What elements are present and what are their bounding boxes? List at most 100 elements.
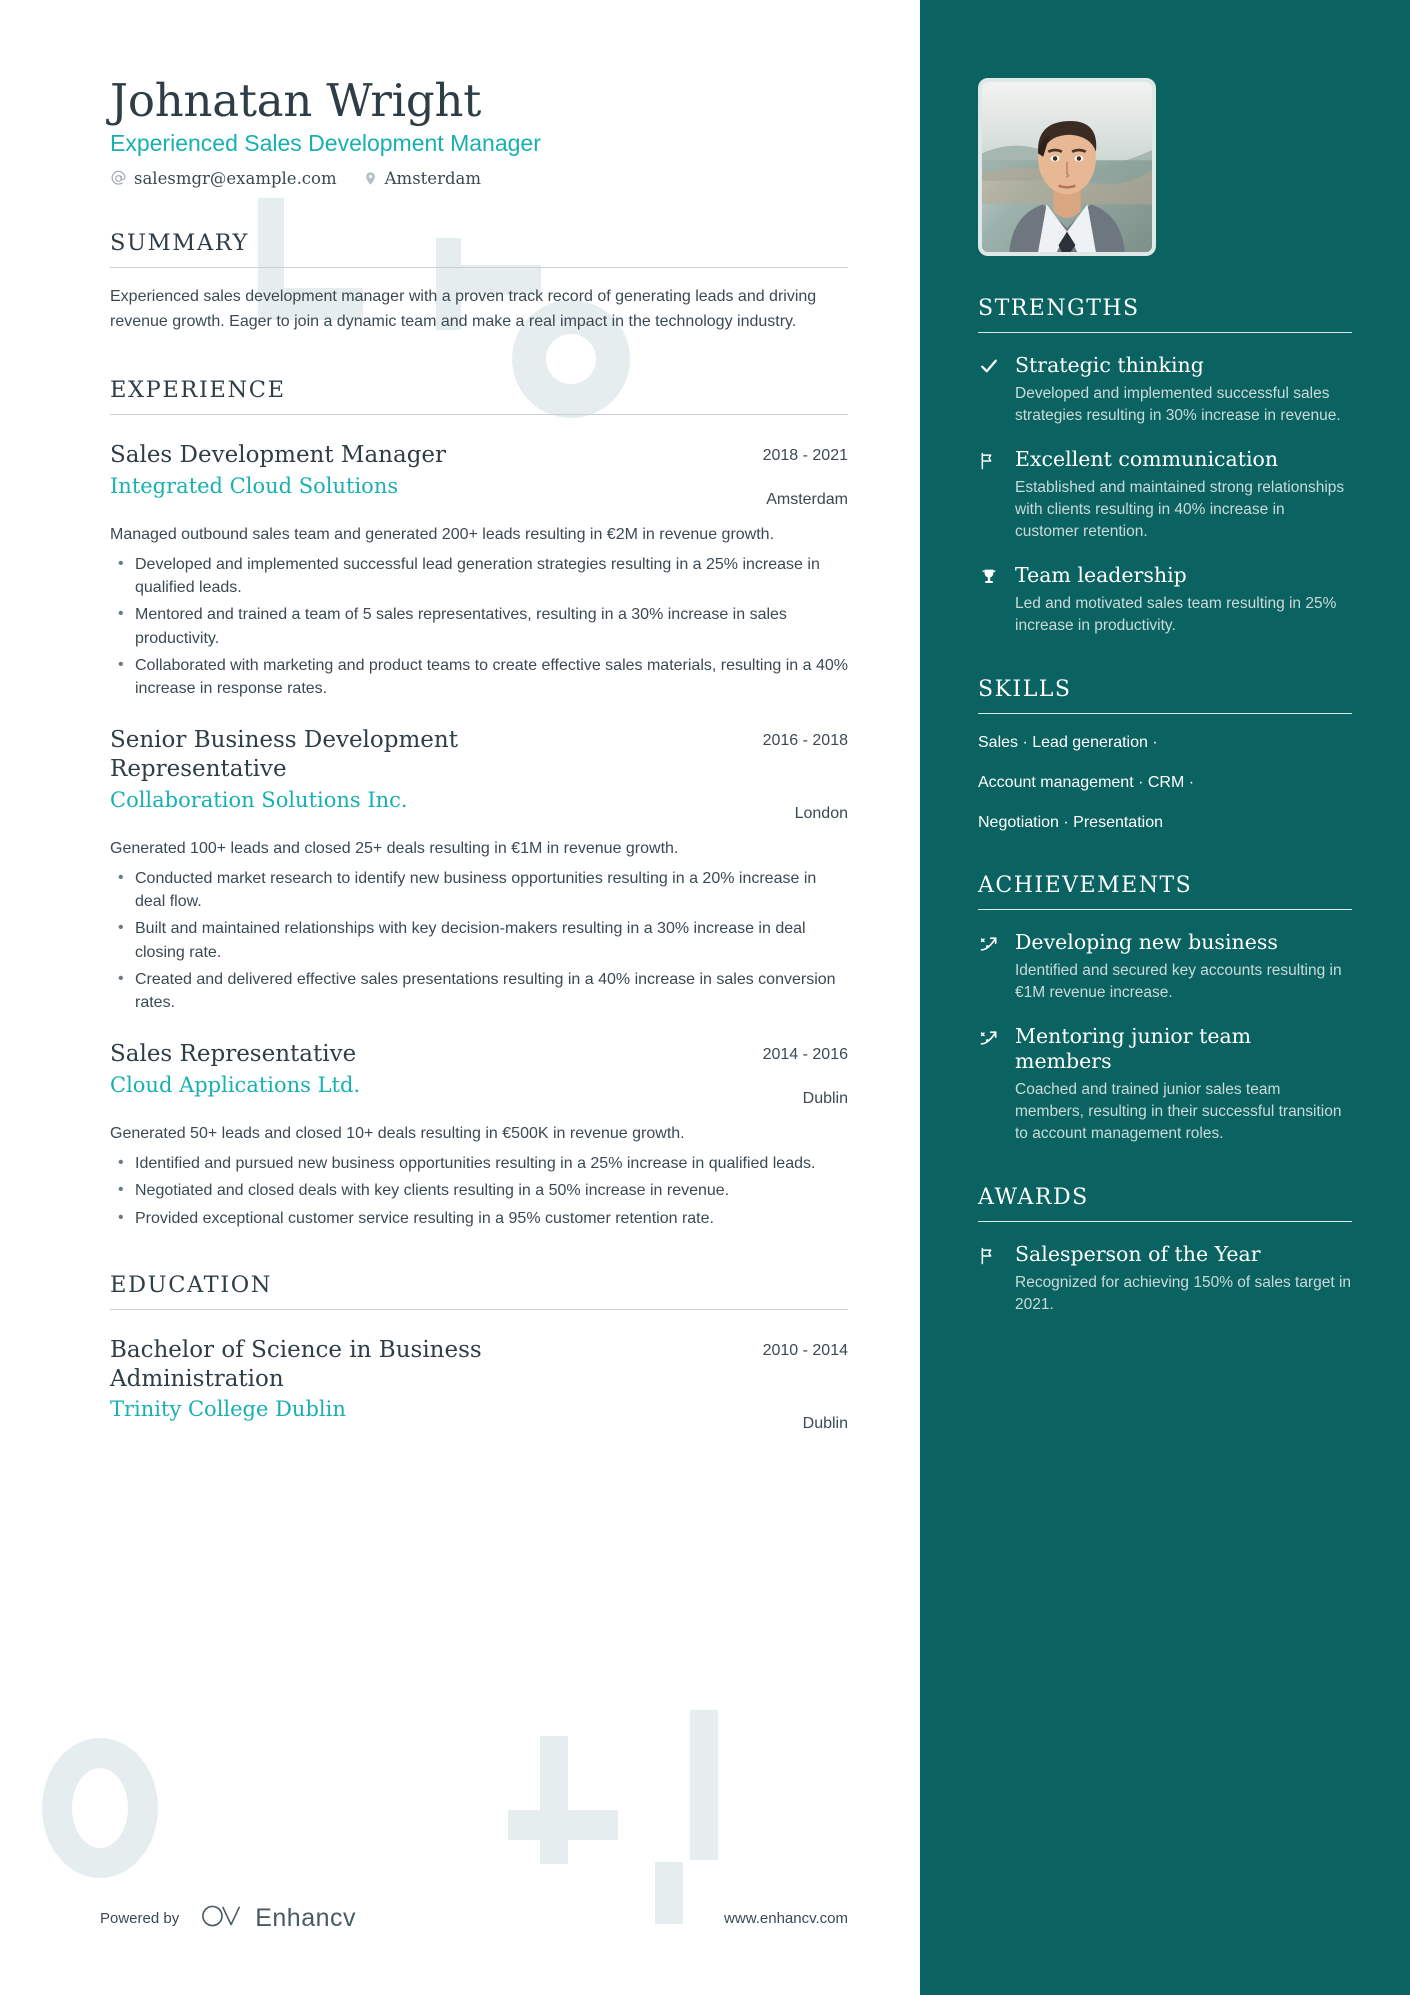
section-awards: AWARDS Salesperson of the Year Recognize… bbox=[978, 1185, 1352, 1316]
list-item: Developed and implemented successful lea… bbox=[110, 552, 848, 599]
job-title: Sales Representative bbox=[110, 1041, 357, 1068]
experience-entry: Sales Representative Cloud Applications … bbox=[110, 1040, 848, 1230]
enhancv-logo-icon bbox=[201, 1903, 243, 1934]
achievement-item: Mentoring junior team members Coached an… bbox=[978, 1024, 1352, 1145]
education-entry: Bachelor of Science in Business Administ… bbox=[110, 1336, 848, 1433]
skills-line: Sales · Lead generation · bbox=[978, 734, 1158, 751]
entry-bullets: Conducted market research to identify ne… bbox=[110, 866, 848, 1014]
list-item: Negotiated and closed deals with key cli… bbox=[110, 1178, 848, 1202]
list-item: Provided exceptional customer service re… bbox=[110, 1206, 848, 1230]
strength-desc: Established and maintained strong relati… bbox=[1015, 479, 1345, 540]
avatar bbox=[978, 78, 1156, 256]
avatar-portrait-icon bbox=[982, 82, 1152, 252]
flag-icon bbox=[978, 447, 1002, 471]
experience-entry: Senior Business Development Representati… bbox=[110, 726, 848, 1014]
entry-location: Amsterdam bbox=[766, 490, 848, 508]
resume-page: Johnatan Wright Experienced Sales Develo… bbox=[0, 0, 1410, 1995]
award-desc: Recognized for achieving 150% of sales t… bbox=[1015, 1274, 1352, 1314]
headline: Experienced Sales Development Manager bbox=[110, 130, 541, 157]
company-name: Cloud Applications Ltd. bbox=[110, 1072, 361, 1097]
powered-by-label: Powered by bbox=[100, 1909, 180, 1927]
divider bbox=[978, 909, 1352, 911]
degree-title: Bachelor of Science in Business Administ… bbox=[110, 1336, 482, 1392]
divider bbox=[110, 413, 848, 415]
divider bbox=[110, 267, 848, 269]
entry-location: Dublin bbox=[802, 1414, 848, 1432]
entry-bullets: Identified and pursued new business oppo… bbox=[110, 1151, 848, 1230]
entry-description: Generated 100+ leads and closed 25+ deal… bbox=[110, 840, 679, 858]
section-title-achievements: ACHIEVEMENTS bbox=[978, 873, 1193, 899]
strength-title: Team leadership bbox=[1015, 563, 1187, 587]
experience-entry: Sales Development Manager Integrated Clo… bbox=[110, 441, 848, 700]
award-item: Salesperson of the Year Recognized for a… bbox=[978, 1242, 1352, 1316]
entry-description: Generated 50+ leads and closed 10+ deals… bbox=[110, 1125, 685, 1143]
section-skills: SKILLS Sales · Lead generation · Account… bbox=[978, 677, 1352, 833]
section-title-education: EDUCATION bbox=[110, 1271, 273, 1298]
section-strengths: STRENGTHS Strategic thinking Developed a… bbox=[978, 296, 1352, 637]
skills-line: Account management · CRM · bbox=[978, 773, 1195, 791]
company-name: Collaboration Solutions Inc. bbox=[110, 787, 408, 812]
avatar-wrap bbox=[978, 0, 1352, 256]
contact-row: salesmgr@example.com Amsterdam bbox=[110, 169, 848, 188]
divider bbox=[978, 1221, 1352, 1223]
job-title: Sales Development Manager bbox=[110, 441, 447, 468]
at-icon bbox=[110, 170, 127, 187]
enhancv-brand-name: Enhancv bbox=[255, 1903, 357, 1932]
rocket-icon bbox=[978, 1024, 1002, 1048]
achievement-desc: Identified and secured key accounts resu… bbox=[1015, 962, 1342, 1002]
section-education: EDUCATION Bachelor of Science in Busines… bbox=[110, 1272, 848, 1433]
achievement-title: Mentoring junior team members bbox=[1015, 1024, 1252, 1074]
job-title: Senior Business Development Representati… bbox=[110, 727, 458, 782]
entry-dates: 2014 - 2016 bbox=[762, 1046, 848, 1064]
contact-location: Amsterdam bbox=[363, 169, 481, 188]
section-summary: SUMMARY Experienced sales development ma… bbox=[110, 230, 848, 335]
footer-website[interactable]: www.enhancv.com bbox=[724, 1910, 848, 1927]
section-achievements: ACHIEVEMENTS Developing new business Ide… bbox=[978, 873, 1352, 1145]
flag-icon bbox=[978, 1242, 1002, 1266]
enhancv-brand: Enhancv bbox=[201, 1903, 356, 1934]
sidebar: STRENGTHS Strategic thinking Developed a… bbox=[920, 0, 1410, 1995]
entry-dates: 2016 - 2018 bbox=[762, 732, 848, 750]
list-item: Collaborated with marketing and product … bbox=[110, 653, 848, 700]
summary-text: Experienced sales development manager wi… bbox=[110, 288, 817, 331]
school-name: Trinity College Dublin bbox=[110, 1397, 346, 1422]
main-column: Johnatan Wright Experienced Sales Develo… bbox=[0, 0, 920, 1995]
strength-title: Excellent communication bbox=[1015, 447, 1279, 471]
divider bbox=[978, 332, 1352, 333]
entry-dates: 2018 - 2021 bbox=[762, 446, 848, 464]
list-item: Mentored and trained a team of 5 sales r… bbox=[110, 602, 848, 649]
list-item: Built and maintained relationships with … bbox=[110, 916, 848, 963]
section-title-summary: SUMMARY bbox=[110, 230, 250, 257]
achievement-item: Developing new business Identified and s… bbox=[978, 930, 1352, 1004]
divider bbox=[110, 1308, 848, 1310]
company-name: Integrated Cloud Solutions bbox=[110, 473, 399, 498]
rocket-icon bbox=[978, 930, 1002, 954]
contact-email[interactable]: salesmgr@example.com bbox=[110, 169, 337, 188]
page-title: Johnatan Wright bbox=[110, 74, 482, 127]
contact-email-text: salesmgr@example.com bbox=[134, 169, 337, 189]
section-title-awards: AWARDS bbox=[978, 1185, 1089, 1211]
strength-item: Team leadership Led and motivated sales … bbox=[978, 563, 1352, 637]
divider bbox=[978, 713, 1352, 714]
section-experience: EXPERIENCE Sales Development Manager Int… bbox=[110, 377, 848, 1230]
location-pin-icon bbox=[363, 170, 378, 187]
achievement-title: Developing new business bbox=[1015, 930, 1278, 955]
entry-location: London bbox=[794, 805, 848, 823]
entry-bullets: Developed and implemented successful lea… bbox=[110, 552, 848, 700]
skills-line: Negotiation · Presentation bbox=[978, 813, 1163, 831]
award-title: Salesperson of the Year bbox=[1015, 1242, 1261, 1267]
list-item: Conducted market research to identify ne… bbox=[110, 866, 848, 913]
entry-description: Managed outbound sales team and generate… bbox=[110, 525, 775, 543]
entry-dates: 2010 - 2014 bbox=[762, 1341, 848, 1359]
strength-title: Strategic thinking bbox=[1015, 353, 1204, 377]
achievement-desc: Coached and trained junior sales team me… bbox=[1015, 1081, 1342, 1143]
trophy-icon bbox=[978, 563, 1002, 588]
section-title-experience: EXPERIENCE bbox=[110, 376, 286, 403]
strength-item: Strategic thinking Developed and impleme… bbox=[978, 353, 1352, 427]
strength-item: Excellent communication Established and … bbox=[978, 447, 1352, 543]
list-item: Created and delivered effective sales pr… bbox=[110, 967, 848, 1014]
strength-desc: Led and motivated sales team resulting i… bbox=[1015, 595, 1337, 634]
entry-location: Dublin bbox=[802, 1090, 848, 1108]
section-title-strengths: STRENGTHS bbox=[978, 296, 1140, 321]
footer: Powered by Enhancv www.enhancv.com bbox=[0, 1875, 920, 1995]
